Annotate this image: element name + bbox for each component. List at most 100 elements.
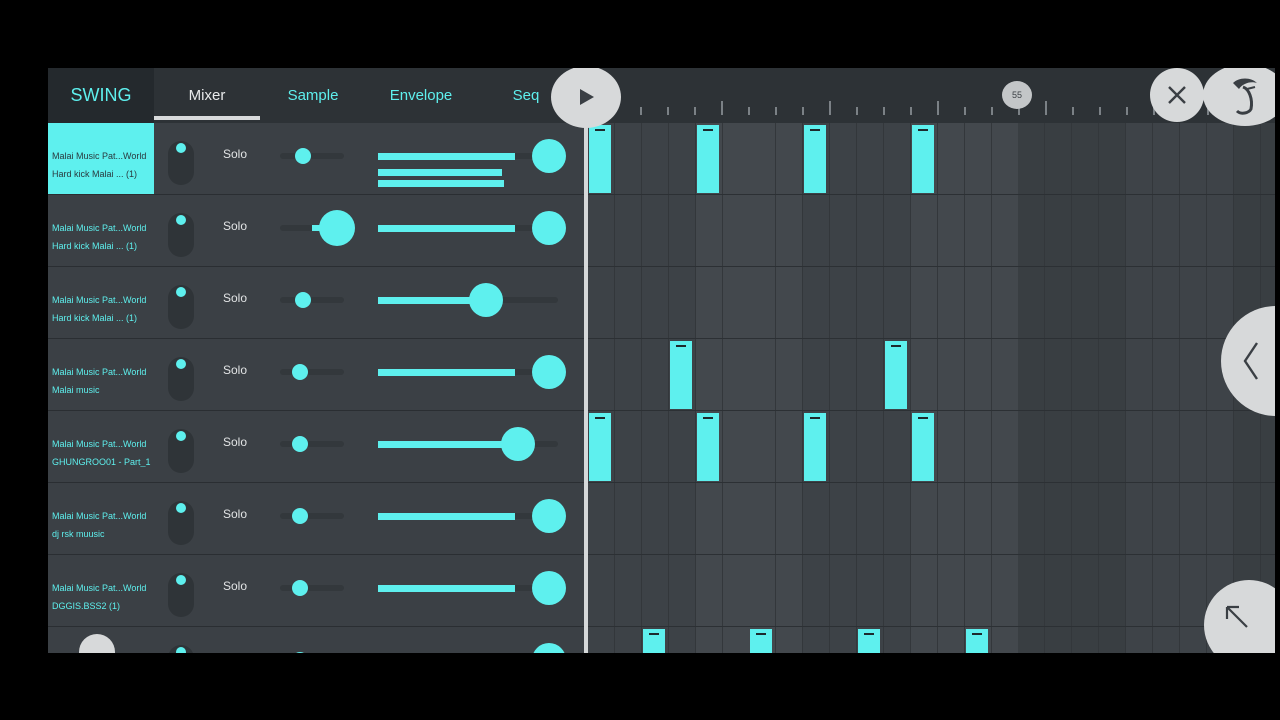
solo-button[interactable]: Solo xyxy=(223,435,247,449)
step-cell-active[interactable] xyxy=(589,125,611,193)
pan-slider-knob[interactable] xyxy=(292,508,308,524)
channel-rack: Malai Music Pat...World Hard kick Malai .… xyxy=(48,123,584,653)
step-cell-active[interactable] xyxy=(669,341,692,409)
volume-slider-knob[interactable] xyxy=(532,499,567,533)
step-cell-active[interactable] xyxy=(696,413,719,481)
volume-slider-knob[interactable] xyxy=(501,427,536,461)
channel-row xyxy=(48,627,584,653)
volume-slider-knob[interactable] xyxy=(532,211,567,245)
step-cell-active[interactable] xyxy=(965,629,988,653)
ruler-tick xyxy=(937,101,939,115)
pan-slider-track[interactable] xyxy=(280,513,344,519)
row-divider xyxy=(588,482,1275,483)
mute-toggle[interactable] xyxy=(168,285,194,329)
pan-slider-knob[interactable] xyxy=(295,292,312,308)
pan-slider-knob[interactable] xyxy=(292,580,308,596)
pan-slider-track[interactable] xyxy=(280,441,344,447)
solo-button[interactable]: Solo xyxy=(223,507,247,521)
step-cell-active[interactable] xyxy=(911,413,934,481)
channel-pattern-label: Malai Music Pat...World xyxy=(52,367,147,377)
step-sequencer-grid[interactable] xyxy=(588,123,1275,653)
mute-toggle[interactable] xyxy=(168,573,194,617)
channel-pattern-label: Malai Music Pat...World xyxy=(52,439,147,449)
solo-button[interactable]: Solo xyxy=(223,219,247,233)
volume-slider-knob[interactable] xyxy=(532,139,567,173)
step-cell-active[interactable] xyxy=(696,125,719,193)
tab-sample[interactable]: Sample xyxy=(260,68,366,123)
step-cell-active[interactable] xyxy=(911,125,934,193)
solo-button[interactable]: Solo xyxy=(223,291,247,305)
pan-slider-track[interactable] xyxy=(280,297,344,303)
step-cell-active[interactable] xyxy=(804,125,827,193)
mute-toggle[interactable] xyxy=(168,213,194,257)
pan-slider-knob[interactable] xyxy=(292,364,308,380)
row-divider xyxy=(588,410,1275,411)
mute-toggle[interactable] xyxy=(168,357,194,401)
tab-envelope[interactable]: Envelope xyxy=(366,68,476,123)
pan-slider-knob[interactable] xyxy=(295,148,312,164)
pan-slider-knob[interactable] xyxy=(292,436,308,452)
solo-button[interactable]: Solo xyxy=(223,147,247,161)
channel-name-button[interactable]: Malai Music Pat...World Malai music xyxy=(48,339,154,410)
mute-toggle[interactable] xyxy=(168,645,194,653)
channel-name-button[interactable]: Malai Music Pat...World DGGIS.BSS2 (1) xyxy=(48,555,154,626)
ruler-tick xyxy=(910,107,912,115)
channel-name-button[interactable]: Malai Music Pat...World Hard kick Malai .… xyxy=(48,195,154,266)
volume-meter-bar xyxy=(378,180,504,187)
step-column xyxy=(857,123,884,653)
channel-row: Malai Music Pat...World Hard kick Malai .… xyxy=(48,267,584,339)
volume-slider-knob[interactable] xyxy=(532,355,567,389)
volume-slider-knob[interactable] xyxy=(469,283,503,317)
chevron-left-icon xyxy=(1243,342,1258,380)
step-marker xyxy=(756,633,767,635)
play-button[interactable] xyxy=(551,68,621,128)
step-column xyxy=(910,123,938,653)
channel-name-button[interactable]: Malai Music Pat...World Hard kick Malai .… xyxy=(48,267,154,338)
volume-meter-bar xyxy=(378,169,502,176)
channel-row: Malai Music Pat...World GHUNGROO01 - Part… xyxy=(48,411,584,483)
ruler-tick xyxy=(883,107,885,115)
volume-slider-knob[interactable] xyxy=(532,571,567,605)
step-cell-active[interactable] xyxy=(884,341,907,409)
mute-toggle[interactable] xyxy=(168,141,194,185)
swing-button[interactable]: SWING xyxy=(48,68,154,123)
ruler-tick xyxy=(640,107,642,115)
tab-mixer[interactable]: Mixer xyxy=(154,68,260,123)
step-marker xyxy=(810,129,821,131)
step-cell-active[interactable] xyxy=(804,413,827,481)
volume-slider-knob[interactable] xyxy=(532,643,567,653)
channel-name-button[interactable]: Malai Music Pat...World GHUNGROO01 - Part… xyxy=(48,411,154,482)
step-cell-active[interactable] xyxy=(589,413,611,481)
mute-toggle[interactable] xyxy=(168,501,194,545)
pan-slider-track[interactable] xyxy=(280,153,344,159)
mute-toggle-indicator xyxy=(176,575,186,585)
mute-toggle[interactable] xyxy=(168,429,194,473)
volume-slider-fill xyxy=(378,441,505,448)
step-column xyxy=(695,123,723,653)
close-icon xyxy=(1168,86,1186,104)
channel-name-button[interactable]: Malai Music Pat...World dj rsk muusic xyxy=(48,483,154,554)
step-column xyxy=(776,123,804,653)
pan-slider-knob[interactable] xyxy=(318,210,355,246)
pan-slider-track[interactable] xyxy=(280,369,344,375)
step-marker xyxy=(648,633,659,635)
step-cell-active[interactable] xyxy=(858,629,880,653)
row-divider xyxy=(588,266,1275,267)
close-button[interactable] xyxy=(1150,68,1204,122)
step-cell-active[interactable] xyxy=(750,629,773,653)
channel-name-button[interactable]: Malai Music Pat...World Hard kick Malai .… xyxy=(48,123,154,194)
pan-slider-knob[interactable] xyxy=(292,652,308,653)
solo-button[interactable]: Solo xyxy=(223,363,247,377)
step-marker xyxy=(890,345,901,347)
solo-button[interactable]: Solo xyxy=(223,579,247,593)
pan-slider-track[interactable] xyxy=(280,585,344,591)
ruler-tick xyxy=(991,107,993,115)
step-column xyxy=(614,123,642,653)
row-divider xyxy=(588,554,1275,555)
channel-sample-label: Malai music xyxy=(52,385,100,395)
position-badge[interactable]: 55 xyxy=(1002,81,1032,109)
step-cell-active[interactable] xyxy=(642,629,665,653)
step-column xyxy=(964,123,992,653)
step-column xyxy=(1099,123,1127,653)
step-column xyxy=(803,123,831,653)
